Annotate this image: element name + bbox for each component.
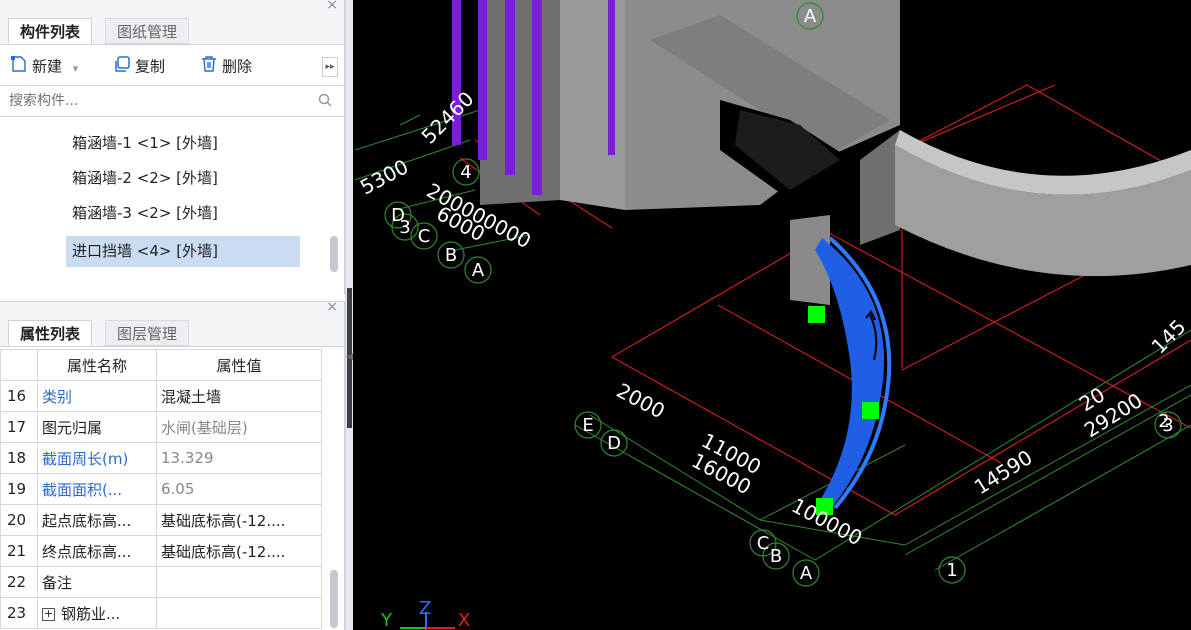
grid-label: A [800, 563, 813, 584]
table-row[interactable]: 22 备注 [0, 566, 322, 598]
axis-x-label: X [458, 610, 470, 630]
component-search-input[interactable] [0, 86, 311, 116]
dim-text: 14590 [970, 445, 1037, 499]
component-panel-tabs: 构件列表 图纸管理 [0, 14, 344, 45]
grid-label: B [445, 245, 457, 266]
row-number: 18 [0, 442, 38, 474]
property-name: 类别 [37, 380, 157, 412]
component-panel-titlebar: × [0, 0, 344, 14]
3d-viewport[interactable]: 5300 52460 200000000 6000 2000 11000 160… [353, 0, 1191, 630]
property-panel-tabs: 属性列表 图层管理 [0, 316, 344, 347]
table-row[interactable]: 16 类别 混凝土墙 [0, 380, 322, 412]
list-item[interactable]: 箱涵墙-3 <2> [外墙] [66, 198, 224, 229]
axis-y-label: Y [380, 610, 393, 630]
component-panel-close-button[interactable]: × [326, 0, 338, 13]
grid-label: D [607, 433, 621, 454]
new-button[interactable]: 新建 ▾ [10, 55, 78, 77]
table-row[interactable]: 23 + 钢筋业... [0, 597, 322, 629]
table-row[interactable]: 20 起点底标高... 基础底标高(-12.... [0, 504, 322, 536]
row-number: 17 [0, 411, 38, 443]
collapse-arrow-icon[interactable]: ◀ [346, 352, 353, 362]
dock-splitter[interactable]: ◀ [345, 0, 353, 630]
row-number: 20 [0, 504, 38, 536]
new-button-label: 新建 [32, 57, 63, 76]
dim-text: 145 [1147, 315, 1191, 359]
axis-z-label: Z [419, 598, 431, 619]
dim-text: 2000 [613, 378, 669, 423]
list-item-selected[interactable]: 进口挡墙 <4> [外墙] [66, 236, 300, 267]
component-toolbar: 新建 ▾ 复制 删除 ▸▸ [0, 45, 344, 85]
property-table: 属性名称 属性值 16 类别 混凝土墙 17 图元归属 水闸(基础层) 18 截… [0, 349, 322, 629]
grid-label: 4 [460, 162, 471, 183]
property-value[interactable]: 基础底标高(-12.... [156, 535, 322, 567]
grid-label: A [472, 260, 485, 281]
copy-icon [113, 55, 131, 79]
grid-label: C [757, 533, 770, 554]
table-row[interactable]: 21 终点底标高... 基础底标高(-12.... [0, 535, 322, 567]
property-table-scrollbar[interactable] [330, 570, 338, 628]
delete-button[interactable]: 删除 [200, 55, 252, 77]
component-list-scrollbar[interactable] [330, 236, 338, 272]
property-value: 13.329 [156, 442, 322, 474]
dim-text: 5300 [356, 154, 412, 199]
property-value[interactable] [156, 566, 322, 598]
property-value[interactable]: 混凝土墙 [156, 380, 322, 412]
row-number: 23 [0, 597, 38, 629]
property-name: 截面周长(m) [37, 442, 157, 474]
list-item[interactable]: 箱涵墙-1 <1> [外墙] [66, 128, 224, 159]
property-panel: × 属性列表 图层管理 属性名称 属性值 16 类别 混凝土墙 17 图元归属 … [0, 299, 345, 630]
grid-label: B [770, 546, 782, 567]
dim-text: 52460 [417, 87, 479, 149]
scene-svg[interactable]: 5300 52460 200000000 6000 2000 11000 160… [353, 0, 1191, 630]
property-panel-close-button[interactable]: × [326, 299, 338, 315]
grid-label: E [582, 415, 593, 436]
property-name: 备注 [37, 566, 157, 598]
grid-label: 2 [1158, 411, 1169, 432]
component-list-panel: × 构件列表 图纸管理 新建 ▾ 复制 删除 ▸▸ 搜索构件... 箱涵墙-1 … [0, 0, 345, 295]
table-row[interactable]: 17 图元归属 水闸(基础层) [0, 411, 322, 443]
list-item[interactable]: 箱涵墙-2 <2> [外墙] [66, 163, 224, 194]
property-name-label: 钢筋业... [61, 604, 121, 623]
new-dropdown-icon[interactable]: ▾ [73, 62, 79, 75]
property-value: 6.05 [156, 473, 322, 505]
tab-property-list[interactable]: 属性列表 [8, 320, 93, 346]
copy-button-label: 复制 [135, 57, 166, 76]
axis-gizmo: Y Z X [380, 598, 470, 630]
grid-label: C [418, 226, 431, 247]
property-name: 图元归属 [37, 411, 157, 443]
left-dock: × 构件列表 图纸管理 新建 ▾ 复制 删除 ▸▸ 搜索构件... 箱涵墙-1 … [0, 0, 345, 630]
grid-label: 3 [399, 217, 410, 238]
row-number: 16 [0, 380, 38, 412]
tab-component-list[interactable]: 构件列表 [8, 18, 93, 44]
table-row[interactable]: 19 截面面积(... 6.05 [0, 473, 322, 505]
new-file-icon [10, 55, 28, 79]
property-value: 水闸(基础层) [156, 411, 322, 443]
tab-layer-management[interactable]: 图层管理 [105, 320, 190, 346]
trash-icon [200, 55, 218, 79]
grid-label: A [804, 6, 817, 27]
table-row[interactable]: 18 截面周长(m) 13.329 [0, 442, 322, 474]
table-header-row: 属性名称 属性值 [0, 349, 322, 381]
property-name: 起点底标高... [37, 504, 157, 536]
search-icon[interactable] [318, 93, 332, 111]
header-property-name: 属性名称 [37, 349, 157, 381]
tab-drawing-management[interactable]: 图纸管理 [105, 18, 190, 44]
component-search [0, 85, 344, 117]
header-num-cell [0, 349, 38, 381]
toolbar-more-button[interactable]: ▸▸ [322, 57, 338, 77]
delete-button-label: 删除 [222, 57, 253, 76]
property-name: 终点底标高... [37, 535, 157, 567]
property-value[interactable] [156, 597, 322, 629]
expand-plus-icon[interactable]: + [42, 607, 55, 621]
copy-button[interactable]: 复制 [113, 55, 165, 77]
row-number: 22 [0, 566, 38, 598]
grid-label: 1 [946, 560, 957, 581]
row-number: 21 [0, 535, 38, 567]
property-value[interactable]: 基础底标高(-12.... [156, 504, 322, 536]
property-panel-titlebar: × [0, 299, 344, 316]
row-number: 19 [0, 473, 38, 505]
property-name: 截面面积(... [37, 473, 157, 505]
property-name-expandable: + 钢筋业... [37, 597, 157, 629]
header-property-value: 属性值 [156, 349, 322, 381]
